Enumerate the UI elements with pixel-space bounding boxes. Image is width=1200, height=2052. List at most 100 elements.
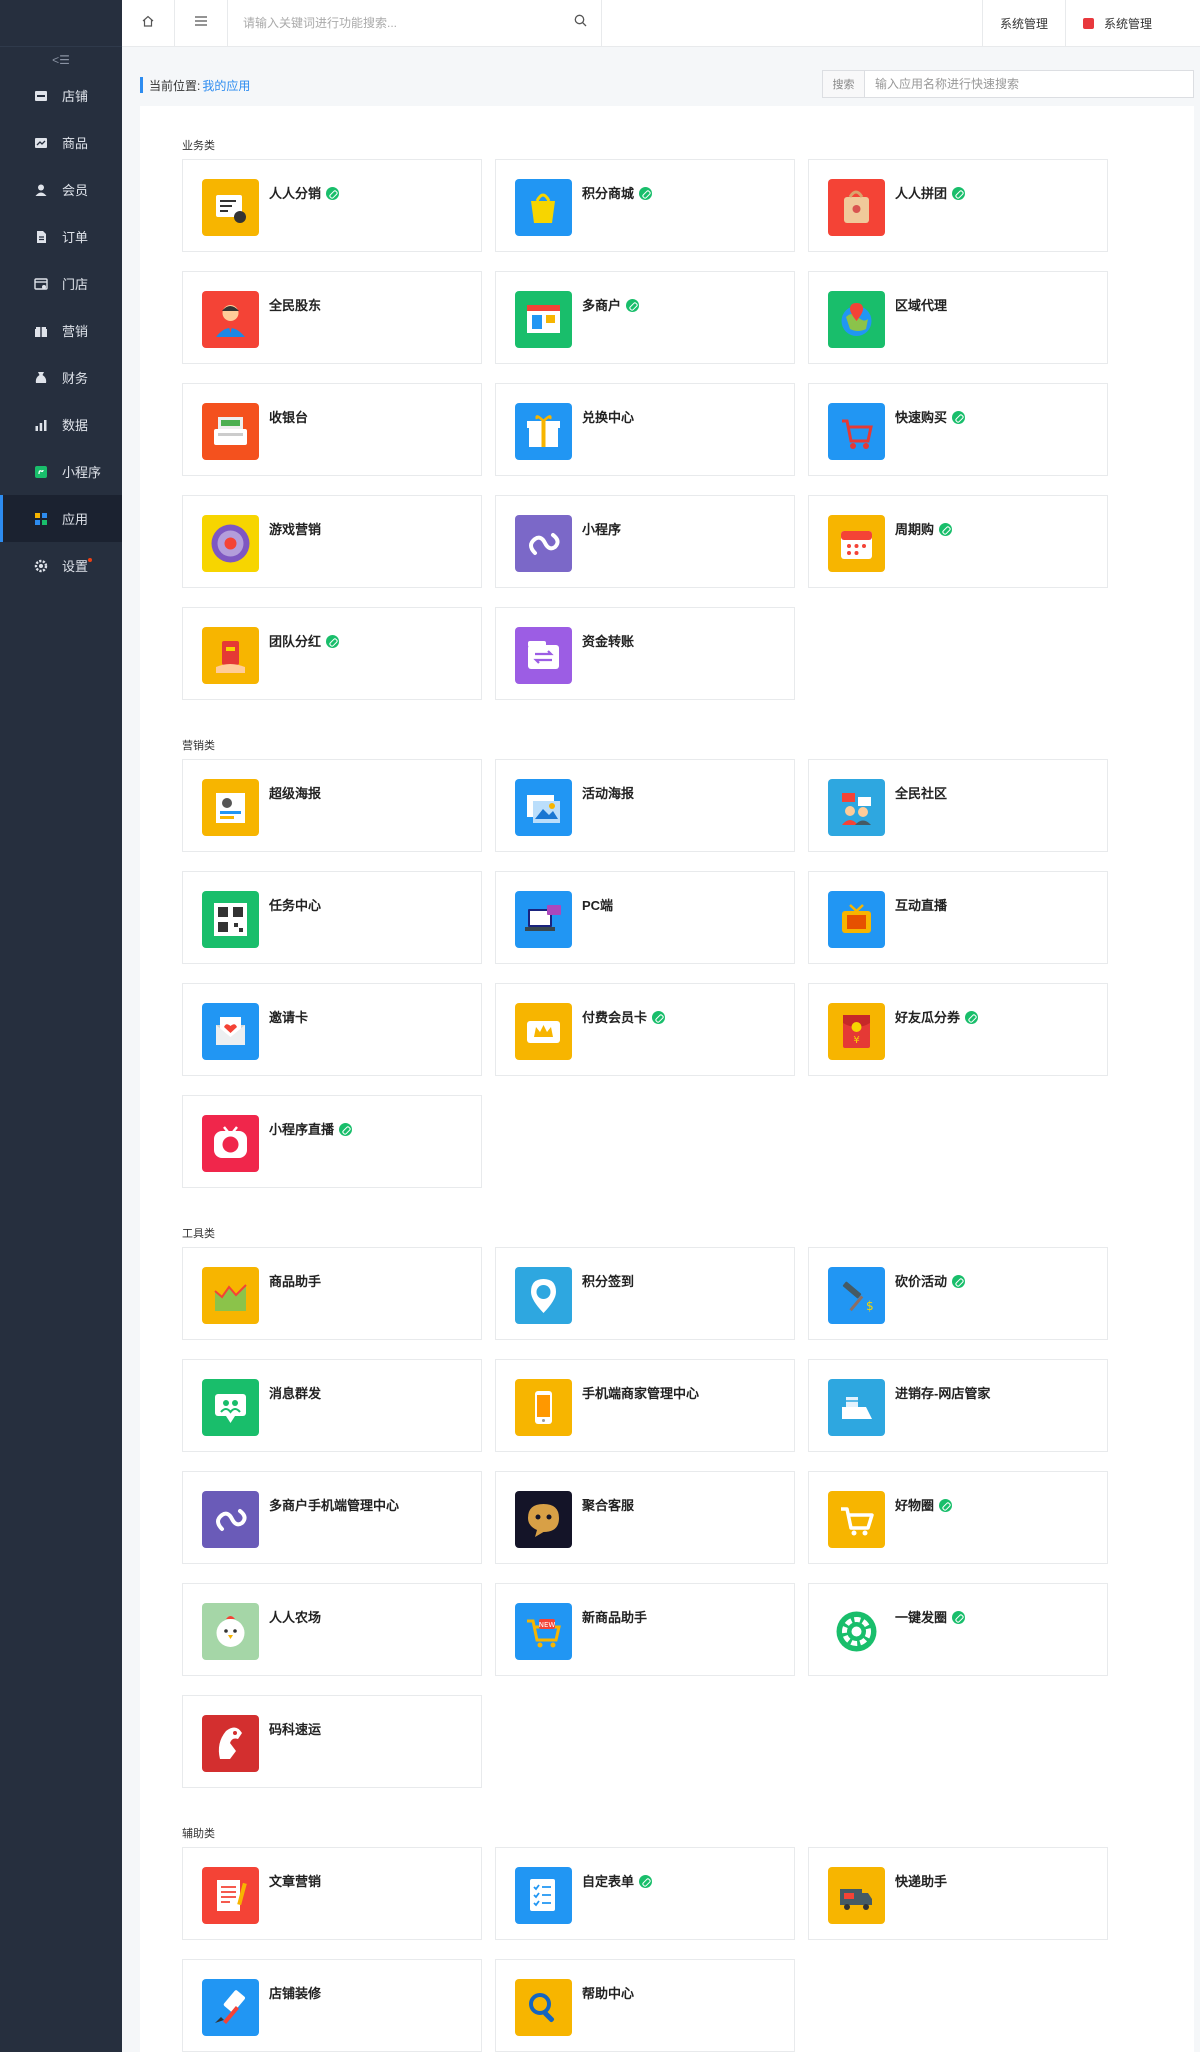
menu-toggle-button[interactable] xyxy=(175,0,228,46)
app-name-text: 人人分销 xyxy=(269,186,322,201)
app-card[interactable]: 消息群发 xyxy=(182,1359,482,1452)
app-card[interactable]: 文章营销 xyxy=(182,1847,482,1940)
service-icon xyxy=(515,1491,572,1548)
region-agent-icon xyxy=(828,291,885,348)
app-name-text: 一键发圈 xyxy=(895,1610,948,1625)
app-card[interactable]: 店铺装修 xyxy=(182,1959,482,2052)
app-card[interactable]: 进销存-网店管家 xyxy=(808,1359,1108,1452)
app-name-text: 消息群发 xyxy=(269,1386,322,1401)
app-card[interactable]: 全民股东 xyxy=(182,271,482,364)
app-card[interactable]: ¥ 好友瓜分券 xyxy=(808,983,1108,1076)
app-card[interactable]: 多商户手机端管理中心 xyxy=(182,1471,482,1564)
app-name-text: 游戏营销 xyxy=(269,522,322,537)
sidebar-item-member[interactable]: 会员 xyxy=(0,166,122,213)
app-name-text: 好友瓜分券 xyxy=(895,1010,961,1025)
quick-search-label[interactable]: 搜索 xyxy=(823,71,865,97)
app-card[interactable]: 付费会员卡 xyxy=(495,983,795,1076)
app-name: 多商户手机端管理中心 xyxy=(269,1495,399,1514)
article-icon xyxy=(202,1867,259,1924)
sidebar-item-goods[interactable]: 商品 xyxy=(0,119,122,166)
app-card[interactable]: 快递助手 xyxy=(808,1847,1108,1940)
sidebar-collapse-button[interactable]: <☰ xyxy=(0,46,122,72)
home-button[interactable] xyxy=(122,0,175,46)
search-icon[interactable] xyxy=(574,14,587,32)
app-card[interactable]: 快速购买 xyxy=(808,383,1108,476)
app-card[interactable]: 区域代理 xyxy=(808,271,1108,364)
new-goods-icon: NEW xyxy=(515,1603,572,1660)
app-card[interactable]: 自定表单 xyxy=(495,1847,795,1940)
section-title: 营销类 xyxy=(182,740,215,752)
sidebar-item-data[interactable]: 数据 xyxy=(0,401,122,448)
app-card[interactable]: NEW 新商品助手 xyxy=(495,1583,795,1676)
app-name: 邀请卡 xyxy=(269,1007,308,1026)
app-name-text: 邀请卡 xyxy=(269,1010,309,1025)
app-name: 收银台 xyxy=(269,407,308,426)
app-card[interactable]: 手机端商家管理中心 xyxy=(495,1359,795,1452)
app-card[interactable]: 活动海报 xyxy=(495,759,795,852)
app-card[interactable]: PC端 xyxy=(495,871,795,964)
app-name: 互动直播 xyxy=(895,895,947,914)
data-icon xyxy=(34,418,48,432)
calendar-icon xyxy=(828,515,885,572)
sidebar-item-label: 设置 xyxy=(62,559,89,574)
sidebar-item-order[interactable]: 订单 xyxy=(0,213,122,260)
app-card[interactable]: 周期购 xyxy=(808,495,1108,588)
app-card[interactable]: 小程序 xyxy=(495,495,795,588)
sidebar-item-marketing[interactable]: 营销 xyxy=(0,307,122,354)
points-mall-icon xyxy=(515,179,572,236)
breadcrumb-current[interactable]: 我的应用 xyxy=(202,77,250,94)
app-card[interactable]: 收银台 xyxy=(182,383,482,476)
form-icon xyxy=(515,1867,572,1924)
app-card[interactable]: 聚合客服 xyxy=(495,1471,795,1564)
app-card[interactable]: 超级海报 xyxy=(182,759,482,852)
app-card[interactable]: 一键发圈 xyxy=(808,1583,1108,1676)
sidebar-item-miniprogram[interactable]: 小程序 xyxy=(0,448,122,495)
app-name-text: 新商品助手 xyxy=(582,1610,648,1625)
app-card[interactable]: 资金转账 xyxy=(495,607,795,700)
system-manage-menu-2[interactable]: 系统管理 xyxy=(1064,0,1200,46)
delivery-icon xyxy=(202,1715,259,1772)
app-card[interactable]: 任务中心 xyxy=(182,871,482,964)
app-card[interactable]: 人人拼团 xyxy=(808,159,1108,252)
app-name-text: 小程序 xyxy=(582,522,622,537)
app-card[interactable]: 人人分销 xyxy=(182,159,482,252)
mobile-icon xyxy=(515,1379,572,1436)
app-card[interactable]: 多商户 xyxy=(495,271,795,364)
farm-icon xyxy=(202,1603,259,1660)
app-card[interactable]: 好物圈 xyxy=(808,1471,1108,1564)
app-name: 团队分红 xyxy=(269,631,340,650)
app-card[interactable]: 帮助中心 xyxy=(495,1959,795,2052)
app-card[interactable]: $ 砍价活动 xyxy=(808,1247,1108,1340)
quick-search-input[interactable] xyxy=(865,71,1193,97)
app-card[interactable]: 兑换中心 xyxy=(495,383,795,476)
sidebar-item-finance[interactable]: 财务 xyxy=(0,354,122,401)
app-card[interactable]: 互动直播 xyxy=(808,871,1108,964)
app-card[interactable]: 小程序直播 xyxy=(182,1095,482,1188)
app-card[interactable]: 团队分红 xyxy=(182,607,482,700)
app-card[interactable]: 邀请卡 xyxy=(182,983,482,1076)
live-icon xyxy=(828,891,885,948)
system-manage-menu[interactable]: 系统管理 xyxy=(981,0,1065,46)
app-card[interactable]: 码科速运 xyxy=(182,1695,482,1788)
app-card[interactable]: 积分签到 xyxy=(495,1247,795,1340)
finance-icon xyxy=(34,371,48,385)
sidebar-item-shop[interactable]: 店铺 xyxy=(0,72,122,119)
sidebar-item-label: 订单 xyxy=(62,230,89,245)
function-search-input[interactable] xyxy=(243,16,574,30)
link-icon xyxy=(639,187,653,200)
app-card[interactable]: 游戏营销 xyxy=(182,495,482,588)
app-name-text: 多商户 xyxy=(582,298,622,313)
sidebar-item-apps[interactable]: 应用 xyxy=(0,495,122,542)
svg-text:$: $ xyxy=(866,1299,874,1313)
app-card[interactable]: 全民社区 xyxy=(808,759,1108,852)
app-name: 多商户 xyxy=(582,295,640,314)
sidebar-item-settings[interactable]: 设置 xyxy=(0,542,122,589)
app-card[interactable]: 积分商城 xyxy=(495,159,795,252)
sidebar-item-store[interactable]: 门店 xyxy=(0,260,122,307)
app-card[interactable]: 人人农场 xyxy=(182,1583,482,1676)
app-name-text: 活动海报 xyxy=(582,786,635,801)
sidebar: <☰ 店铺 商品 会员订单门店 营销 财务 数据 小程序 应用设置 xyxy=(0,0,122,2052)
app-card[interactable]: 商品助手 xyxy=(182,1247,482,1340)
community-icon xyxy=(828,779,885,836)
app-name: 一键发圈 xyxy=(895,1607,966,1626)
